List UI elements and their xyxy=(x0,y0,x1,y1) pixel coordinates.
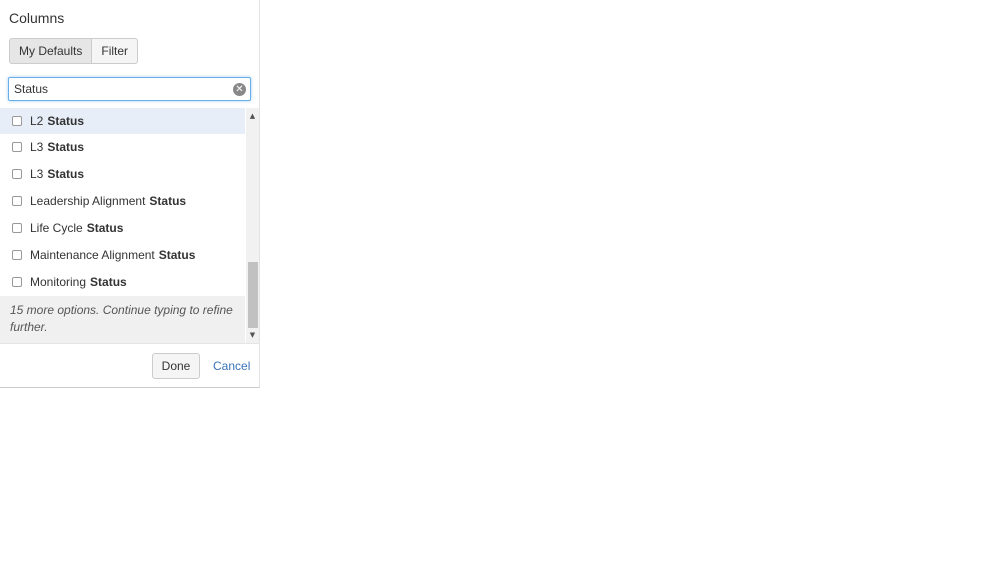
more-options-notice: 15 more options. Continue typing to refi… xyxy=(0,296,245,343)
columns-panel: Columns My Defaults Filter ✕ L2 Status L… xyxy=(0,0,260,388)
list-item-match: Status xyxy=(90,275,127,289)
checkbox[interactable] xyxy=(12,169,22,179)
list-item-match: Status xyxy=(47,140,85,154)
my-defaults-button[interactable]: My Defaults xyxy=(9,38,93,64)
checkbox[interactable] xyxy=(12,277,22,287)
cancel-link[interactable]: Cancel xyxy=(213,359,250,373)
scroll-down-arrow-icon[interactable]: ▼ xyxy=(246,329,259,341)
list-item[interactable]: L3 Status xyxy=(0,134,245,160)
view-toggle-group: My Defaults Filter xyxy=(9,38,139,64)
panel-footer: Done Cancel xyxy=(0,343,260,387)
list-item[interactable]: Maintenance Alignment Status xyxy=(0,242,245,268)
done-button[interactable]: Done xyxy=(152,353,200,379)
list-item-label: Monitoring xyxy=(30,275,87,289)
scrollbar-thumb[interactable] xyxy=(248,262,258,328)
list-item[interactable]: L3 Status xyxy=(0,161,245,187)
search-input[interactable] xyxy=(14,80,229,98)
list-item-label: L3 xyxy=(30,167,44,181)
list-item[interactable]: Leadership Alignment Status xyxy=(0,188,245,214)
checkbox[interactable] xyxy=(12,142,22,152)
list-item-label: L2 xyxy=(30,114,44,128)
panel-title: Columns xyxy=(9,10,65,26)
list-scrollbar[interactable]: ▲ ▼ xyxy=(246,108,259,343)
list-item[interactable]: L2 Status xyxy=(0,108,245,134)
list-item-label: L3 xyxy=(30,140,44,154)
filter-button[interactable]: Filter xyxy=(92,38,139,64)
checkbox[interactable] xyxy=(12,223,22,233)
list-item-match: Status xyxy=(47,167,85,181)
scroll-up-arrow-icon[interactable]: ▲ xyxy=(246,110,259,122)
list-item[interactable]: Monitoring Status xyxy=(0,269,245,295)
list-item[interactable]: Life Cycle Status xyxy=(0,215,245,241)
list-item-match: Status xyxy=(149,194,187,208)
search-field: ✕ xyxy=(8,77,251,101)
checkbox[interactable] xyxy=(12,196,22,206)
list-item-match: Status xyxy=(86,221,124,235)
checkbox[interactable] xyxy=(12,116,22,126)
list-item-match: Status xyxy=(47,114,85,128)
list-item-match: Status xyxy=(158,248,196,262)
list-item-label: Life Cycle xyxy=(30,221,83,235)
clear-circle-icon[interactable]: ✕ xyxy=(233,83,246,96)
list-item-label: Maintenance Alignment xyxy=(30,248,155,262)
column-options-list: L2 Status L3 Status L3 Status Leadership… xyxy=(0,108,260,343)
list-item-label: Leadership Alignment xyxy=(30,194,146,208)
checkbox[interactable] xyxy=(12,250,22,260)
